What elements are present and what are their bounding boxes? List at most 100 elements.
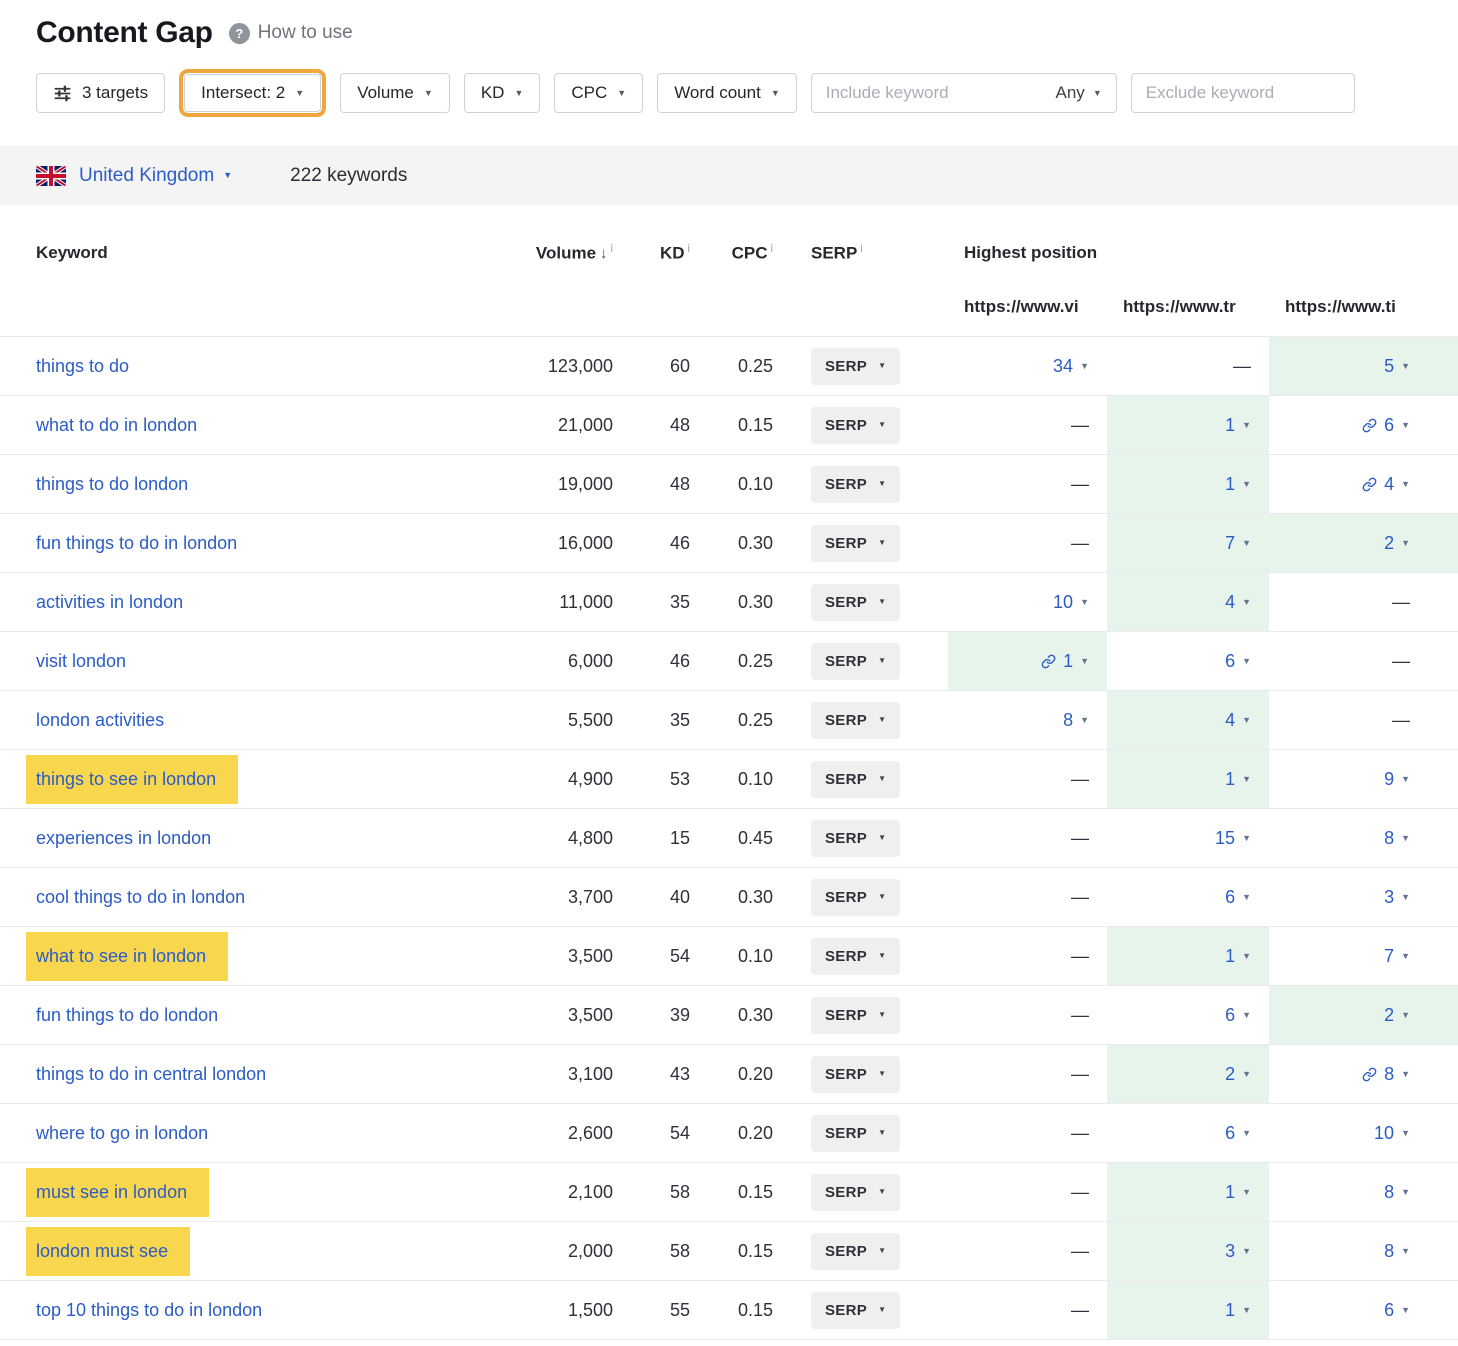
serp-button[interactable]: SERP ▼	[811, 702, 900, 739]
position-cell-target2[interactable]: 4▼	[1107, 573, 1269, 631]
kd-cell: 53	[615, 769, 692, 790]
position-cell-target3[interactable]: 4▼	[1269, 455, 1458, 513]
position-cell-target3[interactable]: 8▼	[1269, 1222, 1458, 1280]
position-value: 7	[1384, 946, 1394, 967]
how-to-use-link[interactable]: How to use	[258, 22, 353, 44]
position-cell-target3[interactable]: 10▼	[1269, 1104, 1458, 1162]
serp-button[interactable]: SERP ▼	[811, 348, 900, 385]
position-cell-target2[interactable]: 1▼	[1107, 455, 1269, 513]
position-cell-target2[interactable]: 7▼	[1107, 514, 1269, 572]
keyword-link[interactable]: fun things to do in london	[36, 533, 237, 553]
kd-filter-dropdown[interactable]: KD ▼	[464, 73, 541, 113]
position-cell-target2[interactable]: 15▼	[1107, 809, 1269, 867]
volume-cell: 2,600	[470, 1123, 615, 1144]
position-cell-target2[interactable]: 4▼	[1107, 691, 1269, 749]
exclude-keyword-input[interactable]: Exclude keyword	[1131, 73, 1355, 113]
keyword-link[interactable]: top 10 things to do in london	[36, 1300, 262, 1320]
serp-button[interactable]: SERP ▼	[811, 407, 900, 444]
help-question-icon[interactable]: ?	[229, 23, 250, 44]
kd-cell: 48	[615, 474, 692, 495]
serp-button[interactable]: SERP ▼	[811, 1115, 900, 1152]
volume-cell: 19,000	[470, 474, 615, 495]
position-cell-target2[interactable]: 2▼	[1107, 1045, 1269, 1103]
cpc-filter-dropdown[interactable]: CPC ▼	[554, 73, 643, 113]
serp-button[interactable]: SERP ▼	[811, 466, 900, 503]
word-count-filter-dropdown[interactable]: Word count ▼	[657, 73, 797, 113]
position-value: 1	[1225, 415, 1235, 436]
serp-button[interactable]: SERP ▼	[811, 1292, 900, 1329]
position-cell-target2[interactable]: 3▼	[1107, 1222, 1269, 1280]
keyword-link[interactable]: activities in london	[36, 592, 183, 612]
position-cell-target3[interactable]: 5▼	[1269, 337, 1458, 395]
kd-cell: 48	[615, 415, 692, 436]
position-cell-target1[interactable]: 1▼	[948, 632, 1107, 690]
position-cell-target2[interactable]: 6▼	[1107, 986, 1269, 1044]
targets-button[interactable]: 3 targets	[36, 73, 165, 113]
serp-button[interactable]: SERP ▼	[811, 761, 900, 798]
position-cell-target1[interactable]: 10▼	[948, 573, 1107, 631]
serp-button[interactable]: SERP ▼	[811, 525, 900, 562]
position-cell-target3[interactable]: 8▼	[1269, 1163, 1458, 1221]
serp-button[interactable]: SERP ▼	[811, 938, 900, 975]
chevron-down-icon: ▼	[878, 952, 886, 960]
keyword-link[interactable]: must see in london	[26, 1168, 209, 1217]
keyword-link[interactable]: things to do	[36, 356, 129, 376]
link-icon	[1362, 1067, 1377, 1082]
keyword-cell: visit london	[0, 651, 470, 672]
keyword-link[interactable]: things to do london	[36, 474, 188, 494]
keyword-link[interactable]: london activities	[36, 710, 164, 730]
serp-button[interactable]: SERP ▼	[811, 1056, 900, 1093]
position-cell-target2[interactable]: 1▼	[1107, 1281, 1269, 1339]
country-dropdown[interactable]: United Kingdom ▼	[79, 165, 232, 187]
serp-button[interactable]: SERP ▼	[811, 879, 900, 916]
position-cell-target2[interactable]: 1▼	[1107, 750, 1269, 808]
include-mode-dropdown[interactable]: Any ▼	[1056, 83, 1102, 103]
position-value: 10	[1374, 1123, 1394, 1144]
position-cell-target3[interactable]: 9▼	[1269, 750, 1458, 808]
keyword-link[interactable]: london must see	[26, 1227, 190, 1276]
intersect-dropdown[interactable]: Intersect: 2 ▼	[184, 74, 321, 112]
serp-button[interactable]: SERP ▼	[811, 643, 900, 680]
position-cell-target3[interactable]: 8▼	[1269, 809, 1458, 867]
serp-button[interactable]: SERP ▼	[811, 997, 900, 1034]
keyword-link[interactable]: experiences in london	[36, 828, 211, 848]
keyword-link[interactable]: where to go in london	[36, 1123, 208, 1143]
position-cell-target3[interactable]: 6▼	[1269, 1281, 1458, 1339]
keyword-cell: top 10 things to do in london	[0, 1300, 470, 1321]
position-value: 8	[1384, 1241, 1394, 1262]
position-value: 4	[1225, 710, 1235, 731]
include-keyword-input[interactable]: Include keyword Any ▼	[811, 73, 1117, 113]
keyword-link[interactable]: fun things to do london	[36, 1005, 218, 1025]
position-value: 1	[1225, 769, 1235, 790]
serp-button[interactable]: SERP ▼	[811, 1174, 900, 1211]
position-cell-target3[interactable]: 8▼	[1269, 1045, 1458, 1103]
chevron-down-icon: ▼	[1401, 480, 1410, 489]
chevron-down-icon: ▼	[1242, 775, 1251, 784]
position-cell-target3[interactable]: 3▼	[1269, 868, 1458, 926]
position-cell-target2[interactable]: 1▼	[1107, 927, 1269, 985]
no-position-dash: —	[1071, 474, 1089, 495]
serp-cell: SERP ▼	[775, 1056, 948, 1093]
position-cell-target2[interactable]: 6▼	[1107, 632, 1269, 690]
position-cell-target3[interactable]: 2▼	[1269, 514, 1458, 572]
position-cell-target3[interactable]: 2▼	[1269, 986, 1458, 1044]
position-cell-target2[interactable]: 1▼	[1107, 1163, 1269, 1221]
serp-button[interactable]: SERP ▼	[811, 820, 900, 857]
keyword-link[interactable]: cool things to do in london	[36, 887, 245, 907]
position-cell-target1[interactable]: 8▼	[948, 691, 1107, 749]
keyword-link[interactable]: what to see in london	[26, 932, 228, 981]
serp-button[interactable]: SERP ▼	[811, 584, 900, 621]
position-cell-target3[interactable]: 6▼	[1269, 396, 1458, 454]
keyword-link[interactable]: what to do in london	[36, 415, 197, 435]
keyword-link[interactable]: things to see in london	[26, 755, 238, 804]
position-cell-target2[interactable]: 1▼	[1107, 396, 1269, 454]
keyword-link[interactable]: visit london	[36, 651, 126, 671]
volume-filter-dropdown[interactable]: Volume ▼	[340, 73, 450, 113]
keyword-link[interactable]: things to do in central london	[36, 1064, 266, 1084]
position-cell-target2[interactable]: 6▼	[1107, 1104, 1269, 1162]
position-cell-target2[interactable]: 6▼	[1107, 868, 1269, 926]
position-cell-target3[interactable]: 7▼	[1269, 927, 1458, 985]
serp-button[interactable]: SERP ▼	[811, 1233, 900, 1270]
position-cell-target1[interactable]: 34▼	[948, 337, 1107, 395]
column-header-volume[interactable]: Volume↓i	[470, 243, 615, 264]
